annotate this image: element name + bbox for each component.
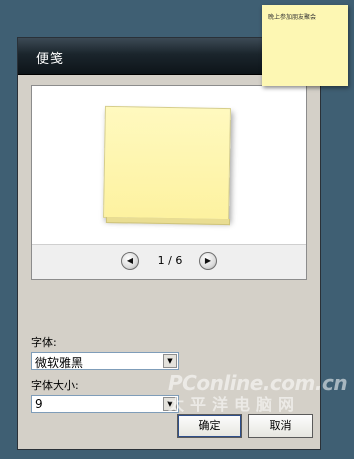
cancel-button[interactable]: 取消 (248, 414, 313, 438)
watermark-line-2: 太平洋电脑网 (168, 395, 301, 414)
sticky-note-settings-dialog: 便笺 ◀ 1 / 6 ▶ 字体: 微软雅黑 ▼ 字体大小: 9 ▼ PConli… (17, 37, 348, 450)
font-select[interactable]: 微软雅黑 ▼ (31, 352, 179, 370)
note-preview-panel: ◀ 1 / 6 ▶ (31, 85, 307, 280)
watermark: PConline.com.cn 太平洋电脑网 (168, 371, 348, 415)
font-size-select[interactable]: 9 ▼ (31, 395, 179, 413)
ok-button[interactable]: 确定 (177, 414, 242, 438)
chevron-left-icon: ◀ (126, 256, 134, 265)
font-select-value: 微软雅黑 (35, 356, 84, 370)
preview-pager: ◀ 1 / 6 ▶ (32, 244, 306, 279)
chevron-right-icon: ▶ (204, 256, 212, 265)
sticky-note-text: 晚上参加朋友聚会 (268, 14, 317, 21)
next-page-button[interactable]: ▶ (199, 252, 217, 270)
chevron-down-icon[interactable]: ▼ (163, 354, 177, 368)
note-preview-image (103, 105, 231, 221)
font-size-select-value: 9 (35, 397, 43, 411)
font-label: 字体: (31, 336, 57, 349)
window-title: 便笺 (36, 52, 65, 67)
desktop-sticky-note[interactable]: 晚上参加朋友聚会 (262, 5, 348, 86)
font-size-label: 字体大小: (31, 379, 79, 392)
page-indicator: 1 / 6 (157, 254, 183, 267)
prev-page-button[interactable]: ◀ (121, 252, 139, 270)
